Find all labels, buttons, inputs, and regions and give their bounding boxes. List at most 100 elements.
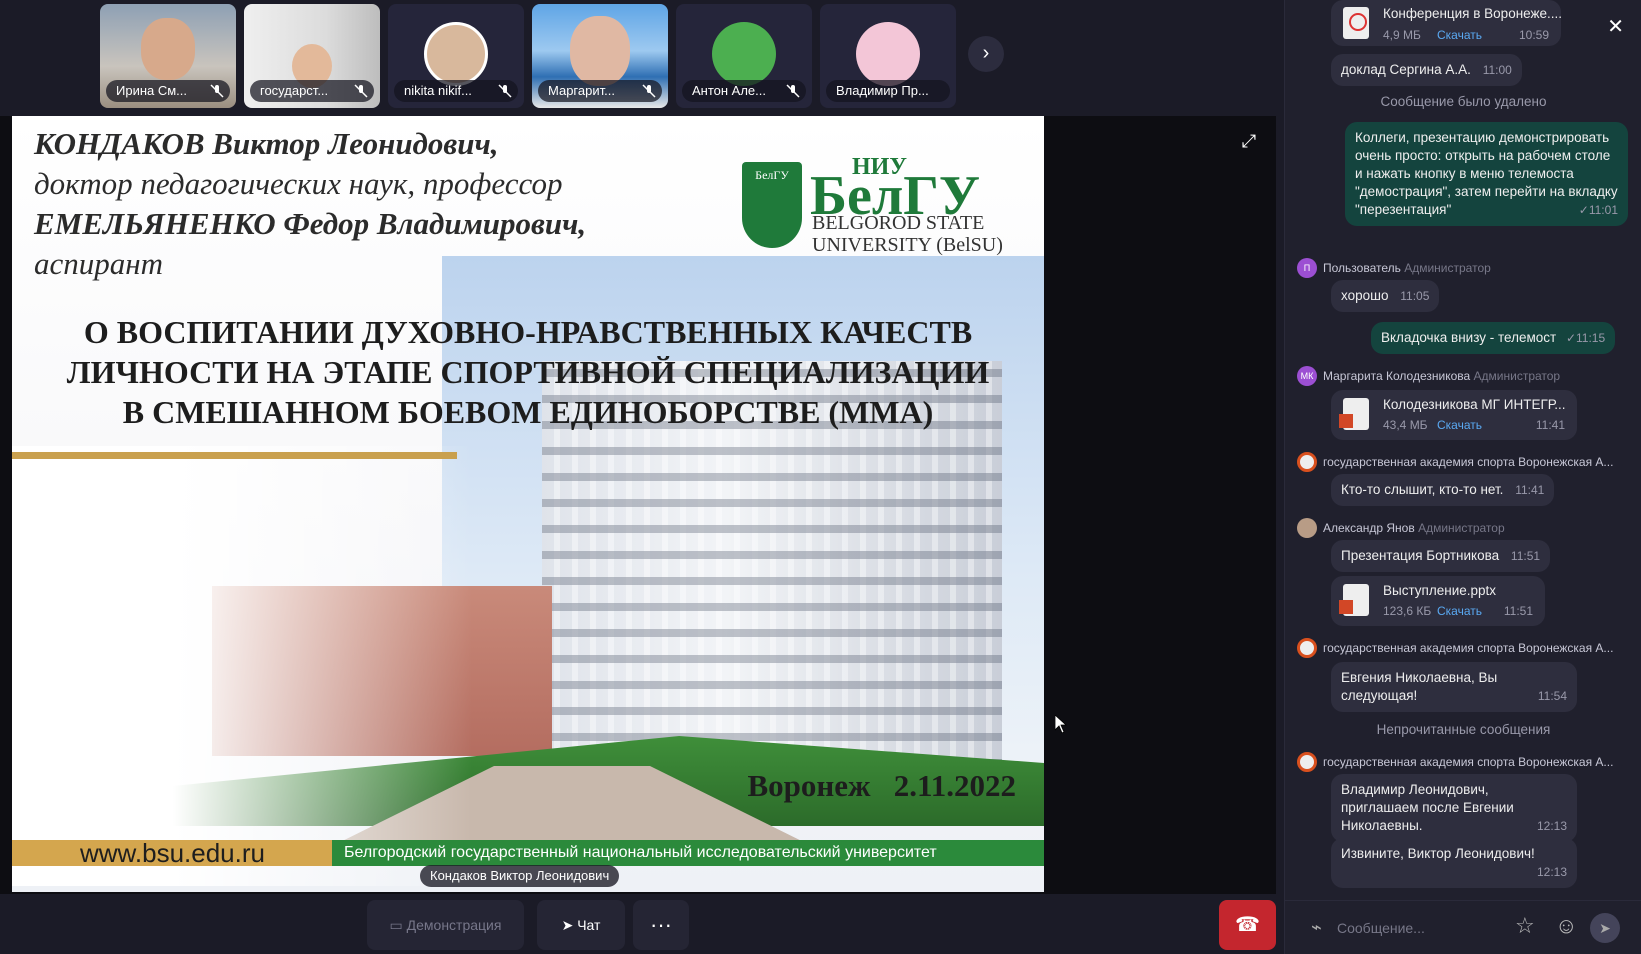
org-avatar: [1297, 638, 1317, 658]
message-text: хорошо: [1341, 288, 1389, 303]
send-button[interactable]: ➤: [1590, 913, 1620, 943]
author2-title: аспирант: [34, 246, 164, 281]
file-message[interactable]: Выступление.pptx 123,6 КБ Скачать 11:51: [1331, 576, 1545, 626]
hangup-button[interactable]: ☎: [1219, 900, 1276, 950]
sender-role: Администратор: [1418, 521, 1505, 535]
call-toolbar: ▭ Демонстрация ➤ Чат ··· ☎: [0, 900, 1276, 954]
file-name: Конференция в Воронеже....: [1383, 6, 1563, 21]
message-time: 11:05: [1400, 289, 1430, 303]
participant-tile[interactable]: Владимир Пр...: [820, 4, 956, 108]
sender-name: Пользователь: [1323, 261, 1401, 275]
mic-off-icon: [642, 84, 656, 98]
file-name: Выступление.pptx: [1383, 583, 1497, 598]
participant-face: [141, 18, 195, 80]
download-link[interactable]: Скачать: [1437, 604, 1482, 618]
sender-name: государственная академия спорта Воронежс…: [1323, 455, 1614, 469]
chat-message: Кто-то слышит, кто-то нет. 11:41: [1331, 474, 1555, 506]
message-time: 11:41: [1515, 483, 1545, 497]
presentation-slide: КОНДАКОВ Виктор Леонидович, доктор педаг…: [12, 116, 1044, 892]
creature-avatar: [856, 22, 920, 86]
mic-off-icon: [498, 84, 512, 98]
message-text: Кто-то слышит, кто-то нет.: [1341, 482, 1504, 497]
message-sender: государственная академия спорта Воронежс…: [1297, 638, 1633, 662]
close-icon[interactable]: ✕: [1607, 14, 1624, 39]
participant-tile[interactable]: nikita nikif...: [388, 4, 524, 108]
chat-message-own: Вкладочка внизу - телемост ✓11:15: [1371, 322, 1616, 354]
message-sender: государственная академия спорта Воронежс…: [1297, 752, 1633, 776]
mic-off-icon: [210, 84, 224, 98]
slide-divider: [12, 452, 457, 459]
participant-tile[interactable]: Антон Але...: [676, 4, 812, 108]
download-link[interactable]: Скачать: [1437, 418, 1482, 432]
demonstration-button[interactable]: ▭ Демонстрация: [367, 900, 524, 950]
message-text: Извините, Виктор Леонидович!: [1341, 846, 1535, 861]
participant-tile[interactable]: Маргарит...: [532, 4, 668, 108]
slide-title-line2: ЛИЧНОСТИ НА ЭТАПЕ СПОРТИВНОЙ СПЕЦИАЛИЗАЦ…: [66, 354, 990, 390]
slide-title: О ВОСПИТАНИИ ДУХОВНО-НРАВСТВЕННЫХ КАЧЕСТ…: [12, 312, 1044, 432]
chat-button[interactable]: ➤ Чат: [537, 900, 625, 950]
more-icon: ···: [650, 912, 672, 937]
message-sender: государственная академия спорта Воронежс…: [1297, 452, 1633, 476]
sender-name: государственная академия спорта Воронежс…: [1323, 755, 1614, 769]
message-text: доклад Сергина А.А.: [1341, 62, 1471, 77]
participant-tile[interactable]: государст...: [244, 4, 380, 108]
author1-title: доктор педагогических наук, профессор: [34, 166, 563, 201]
message-sender: П Пользователь Администратор: [1297, 258, 1633, 282]
send-icon: ➤: [561, 917, 578, 933]
message-time: 11:51: [1510, 549, 1541, 563]
participant-tile[interactable]: Ирина См...: [100, 4, 236, 108]
expand-icon[interactable]: ⤢: [1236, 128, 1262, 154]
chat-message: Евгения Николаевна, Вы следующая! 11:54: [1331, 662, 1577, 712]
paperclip-icon[interactable]: ⌁: [1311, 917, 1322, 938]
download-link[interactable]: Скачать: [1437, 28, 1482, 42]
sender-role: Администратор: [1404, 261, 1491, 275]
system-message: Непрочитанные сообщения: [1376, 722, 1551, 737]
chat-panel: Конференция в Воронеже.... 4,9 МБ Скачат…: [1284, 0, 1641, 954]
demonstration-label: Демонстрация: [406, 917, 502, 933]
file-size: 123,6 КБ: [1383, 604, 1432, 618]
more-button[interactable]: ···: [633, 900, 689, 950]
org-avatar: [1297, 752, 1317, 772]
sender-name: Александр Янов: [1323, 521, 1415, 535]
next-participants-button[interactable]: ›: [968, 36, 1004, 72]
file-message[interactable]: Конференция в Воронеже.... 4,9 МБ Скачат…: [1331, 0, 1563, 46]
logo-english-line2: UNIVERSITY (BelSU): [812, 234, 1003, 256]
file-size: 4,9 МБ: [1383, 28, 1421, 42]
user-avatar-photo: [1297, 518, 1317, 538]
message-input[interactable]: [1337, 915, 1487, 941]
slide-fade: [12, 446, 472, 886]
message-text: Вкладочка внизу - телемост: [1381, 330, 1557, 345]
chat-message: Владимир Леонидович, приглашаем после Ев…: [1331, 774, 1577, 842]
emoji-icon[interactable]: ☺: [1555, 913, 1577, 939]
message-time: 11:00: [1482, 63, 1512, 77]
slide-footer: Белгородский государственный национальны…: [332, 840, 1044, 866]
chat-message: доклад Сергина А.А. 11:00: [1331, 54, 1522, 86]
slide-date: Воронеж 2.11.2022: [747, 768, 1016, 803]
sender-role: Администратор: [1473, 369, 1561, 383]
owl-avatar: [712, 22, 776, 86]
presentation-stage: КОНДАКОВ Виктор Леонидович, доктор педаг…: [0, 116, 1276, 894]
participant-avatar: [424, 22, 488, 86]
chat-message: Извините, Виктор Леонидович! 12:13: [1331, 838, 1577, 888]
chevron-right-icon: ›: [982, 42, 990, 64]
chat-message: хорошо 11:05: [1331, 280, 1440, 312]
mic-off-icon: [354, 84, 368, 98]
phone-hangup-icon: ☎: [1235, 914, 1260, 936]
mic-off-icon: [786, 84, 800, 98]
participant-name: Владимир Пр...: [826, 80, 950, 102]
chat-messages[interactable]: Конференция в Воронеже.... 4,9 МБ Скачат…: [1285, 0, 1641, 900]
file-message[interactable]: Колодезникова МГ ИНТЕГР... 43,4 МБ Скача…: [1331, 390, 1577, 440]
sender-name: Маргарита Колодезникова: [1323, 369, 1471, 383]
logo-english: BELGOROD STATE UNIVERSITY (BelSU): [812, 212, 1003, 256]
slide-title-line1: О ВОСПИТАНИИ ДУХОВНО-НРАВСТВЕННЫХ КАЧЕСТ…: [83, 314, 973, 350]
file-name: Колодезникова МГ ИНТЕГР...: [1383, 397, 1566, 412]
participant-strip: Ирина См... государст... nikita nikif...…: [100, 4, 956, 108]
participant-face: [570, 16, 630, 86]
star-icon[interactable]: ☆: [1515, 913, 1535, 939]
pptx-file-icon: [1339, 398, 1369, 430]
speaker-name: Кондаков Виктор Леонидович: [420, 865, 620, 887]
screen-share-icon: ▭: [389, 917, 407, 933]
message-sender: Александр Янов Администратор: [1297, 518, 1633, 542]
chat-label: Чат: [577, 917, 601, 933]
pdf-file-icon: [1343, 7, 1369, 39]
